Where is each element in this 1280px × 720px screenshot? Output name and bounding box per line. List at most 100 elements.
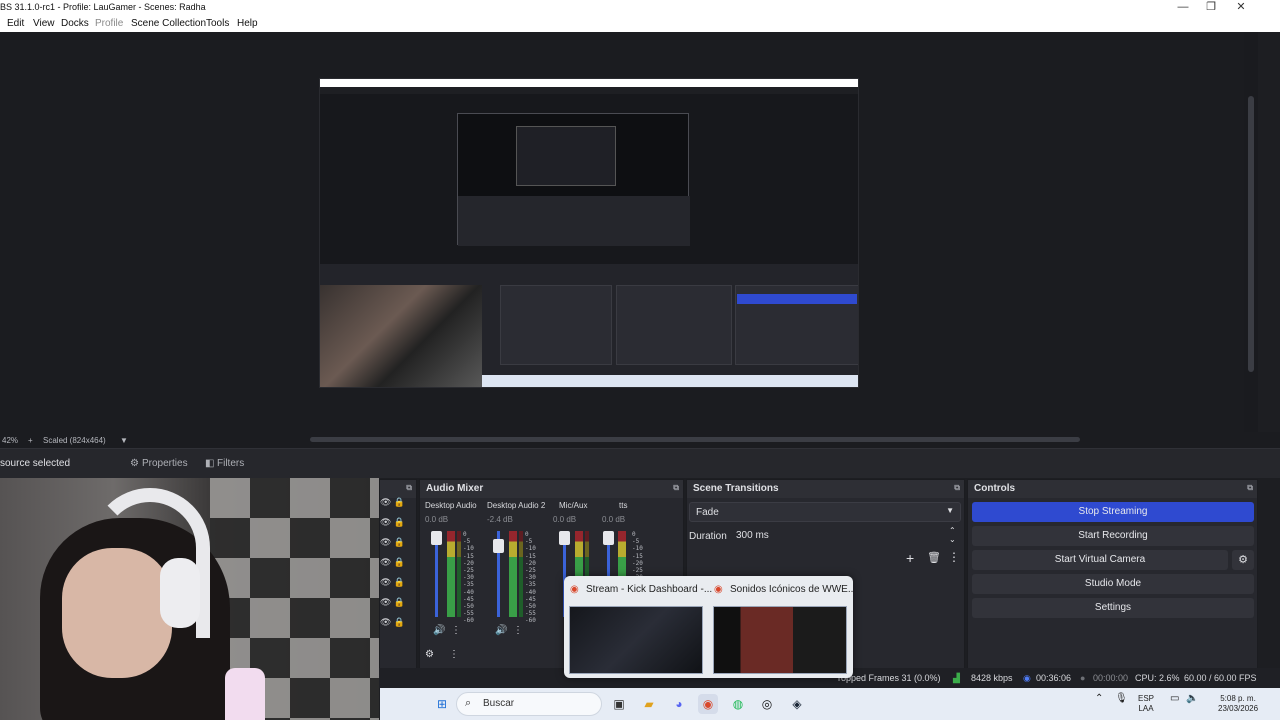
menu-edit[interactable]: Edit: [7, 18, 24, 29]
trash-icon[interactable]: 🗑: [927, 551, 941, 564]
chevron-down-icon[interactable]: ▼: [120, 436, 128, 445]
channel-name: Mic/Aux: [559, 501, 588, 510]
preview-vertical-scrollbar[interactable]: [1244, 32, 1258, 432]
more-options-icon[interactable]: ⋮: [449, 649, 459, 660]
add-icon[interactable]: +: [906, 550, 914, 566]
record-icon: ●: [1080, 673, 1086, 683]
stream-canvas[interactable]: [319, 78, 859, 388]
channel-name: Desktop Audio 2: [487, 501, 546, 510]
preview-tab-title[interactable]: Sonidos Icónicos de WWE...: [730, 584, 853, 595]
context-bar: source selected ⚙ Properties ◧ Filters: [0, 448, 1280, 478]
visibility-icon[interactable]: 👁 🔒: [380, 517, 418, 537]
volume-slider-handle[interactable]: [603, 531, 614, 545]
channel-name: tts: [619, 501, 628, 510]
volume-icon[interactable]: 🔈: [1186, 694, 1198, 704]
close-button[interactable]: ✕: [1226, 0, 1256, 16]
nested-webcam: [320, 285, 482, 387]
file-explorer-icon[interactable]: ▰: [639, 694, 659, 714]
stop-streaming-button[interactable]: Stop Streaming: [972, 502, 1254, 522]
discord-icon[interactable]: ◕: [669, 694, 689, 714]
transition-value: Fade: [696, 507, 719, 518]
visibility-icon[interactable]: 👁 🔒: [380, 597, 418, 617]
popout-icon[interactable]: ⧉: [406, 483, 412, 493]
nested-audio-mixer: [500, 285, 612, 365]
zoom-in-button[interactable]: +: [28, 436, 33, 445]
record-time: 00:00:00: [1093, 673, 1129, 683]
popout-icon[interactable]: ⧉: [954, 483, 960, 493]
transition-select[interactable]: Fade ▼: [689, 502, 961, 522]
task-view-icon[interactable]: ▣: [609, 694, 629, 714]
visibility-icon[interactable]: 👁 🔒: [380, 617, 418, 637]
menu-profile[interactable]: Profile: [95, 18, 123, 29]
filter-icon: ◧: [205, 458, 215, 469]
preview-tab-title[interactable]: Stream - Kick Dashboard -...: [586, 584, 712, 595]
preview-horizontal-scrollbar[interactable]: [310, 437, 1080, 442]
windows-start-icon[interactable]: ⊞: [432, 694, 452, 714]
scrollbar-thumb[interactable]: [1248, 96, 1254, 372]
visibility-icon[interactable]: 👁 🔒: [380, 497, 418, 517]
gear-icon: ⚙: [130, 458, 139, 469]
preview-thumbnail[interactable]: [569, 606, 703, 674]
minimize-button[interactable]: —: [1168, 0, 1198, 16]
menu-help[interactable]: Help: [237, 18, 258, 29]
taskbar-search[interactable]: ⌕ Buscar: [456, 692, 602, 716]
menu-docks[interactable]: Docks: [61, 18, 89, 29]
volume-slider-handle[interactable]: [431, 531, 442, 545]
visibility-icon[interactable]: 👁 🔒: [380, 577, 418, 597]
popout-icon[interactable]: ⧉: [1247, 483, 1253, 493]
more-options-icon[interactable]: ⋮: [948, 550, 960, 564]
menu-view[interactable]: View: [33, 18, 55, 29]
nested-stop-streaming: [737, 294, 857, 304]
network-icon[interactable]: ▭: [1170, 694, 1179, 704]
chrome-icon: ◉: [570, 584, 579, 595]
properties-button[interactable]: Properties: [142, 458, 188, 469]
steam-icon[interactable]: ◈: [787, 694, 807, 714]
visibility-icon[interactable]: 👁 🔒: [380, 557, 418, 577]
duration-input[interactable]: 300 ms: [732, 527, 961, 545]
audio-mixer-title: Audio Mixer: [426, 483, 484, 494]
more-options-icon[interactable]: ⋮: [513, 625, 523, 636]
more-options-icon[interactable]: ⋮: [451, 625, 461, 636]
volume-meter-peak: [457, 531, 461, 617]
language-indicator[interactable]: ESP LAA: [1138, 694, 1154, 714]
menu-scene-collection[interactable]: Scene Collection: [131, 18, 206, 29]
window-title: BS 31.1.0-rc1 - Profile: LauGamer - Scen…: [0, 2, 206, 12]
fps: 60.00 / 60.00 FPS: [1184, 673, 1257, 683]
spotify-icon[interactable]: ◍: [728, 694, 748, 714]
stream-time: 00:36:06: [1036, 673, 1072, 683]
keyboard-layout: LAA: [1138, 704, 1154, 713]
studio-mode-button[interactable]: Studio Mode: [972, 574, 1254, 594]
visibility-icon[interactable]: 👁 🔒: [380, 537, 418, 557]
volume-meter-peak: [519, 531, 523, 617]
signal-icon: ▟: [953, 673, 960, 683]
start-virtual-camera-button[interactable]: Start Virtual Camera: [972, 550, 1228, 570]
audio-mixer-header: Audio Mixer ⧉: [420, 480, 683, 498]
microphone-icon[interactable]: 🎙: [1115, 694, 1128, 704]
chevron-down-icon: ▼: [946, 506, 954, 515]
start-recording-button[interactable]: Start Recording: [972, 526, 1254, 546]
volume-slider-handle[interactable]: [493, 539, 504, 553]
menu-tools[interactable]: Tools: [206, 18, 229, 29]
volume-meter: [509, 531, 517, 617]
chrome-icon[interactable]: ◉: [698, 694, 718, 714]
maximize-button[interactable]: ❐: [1196, 0, 1226, 16]
speaker-icon[interactable]: 🔊: [495, 625, 507, 636]
virtual-camera-settings-button[interactable]: ⚙: [1232, 550, 1254, 570]
zoom-level[interactable]: 42%: [2, 436, 18, 445]
mixer-settings-icon[interactable]: ⚙: [425, 649, 434, 660]
channel-volume-db: 0.0 dB: [602, 515, 626, 524]
chrome-icon: ◉: [714, 584, 723, 595]
settings-button[interactable]: Settings: [972, 598, 1254, 618]
obs-icon[interactable]: ◎: [757, 694, 777, 714]
filters-button[interactable]: Filters: [217, 458, 244, 469]
popout-icon[interactable]: ⧉: [673, 483, 679, 493]
speaker-icon[interactable]: 🔊: [433, 625, 445, 636]
volume-slider-handle[interactable]: [559, 531, 570, 545]
chevron-up-icon[interactable]: ⌃: [1095, 694, 1103, 704]
duration-stepper-icon[interactable]: ⌃ ⌄: [949, 526, 956, 544]
clock[interactable]: 5:08 p. m. 23/03/2026: [1218, 694, 1258, 714]
nested-taskbar: [482, 375, 858, 387]
source-row-icons: 👁 🔒 👁 🔒 👁 🔒 👁 🔒 👁 🔒 👁 🔒 👁 🔒: [380, 497, 418, 647]
preview-thumbnail[interactable]: [713, 606, 847, 674]
headset-earcup: [160, 558, 200, 628]
